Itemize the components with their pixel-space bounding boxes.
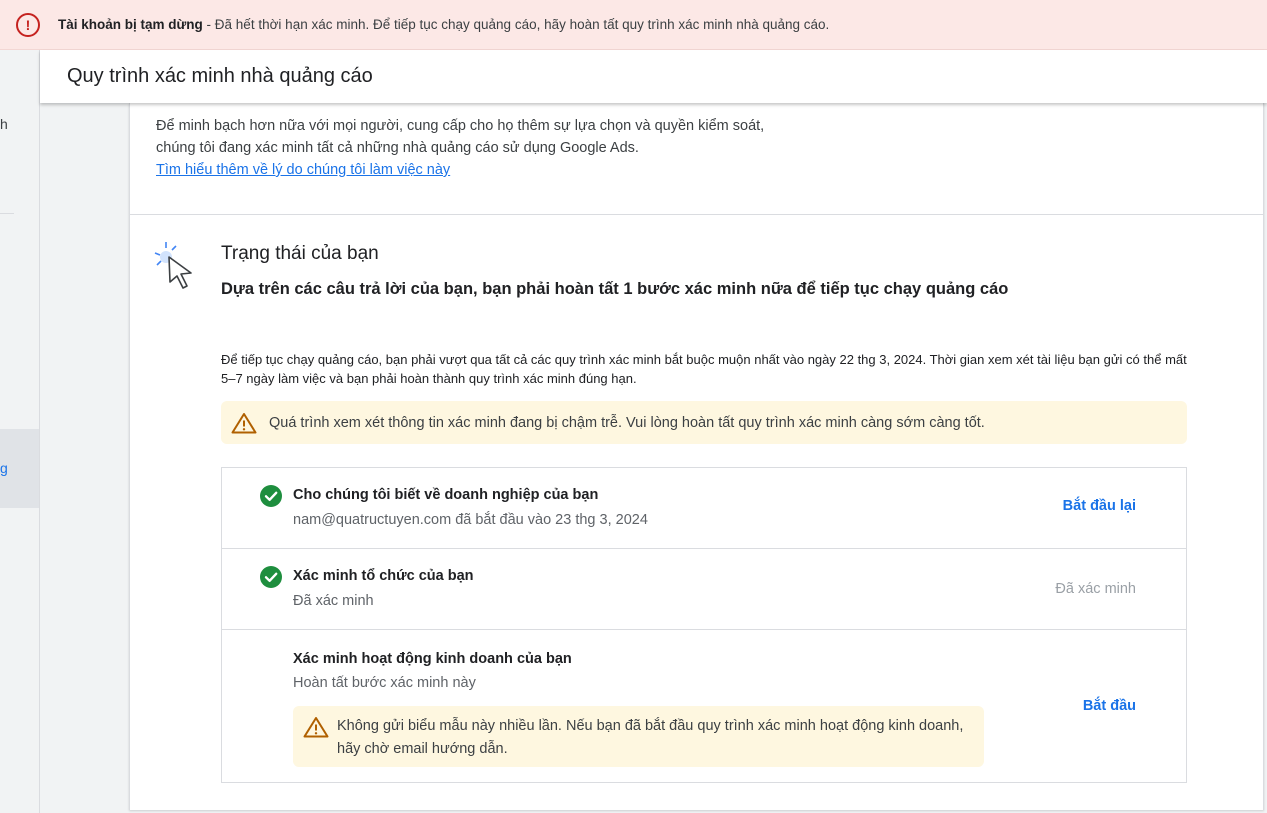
page-title: Quy trình xác minh nhà quảng cáo: [67, 65, 373, 87]
step-subtitle: Hoàn tất bước xác minh này: [293, 675, 476, 691]
learn-more-link[interactable]: Tìm hiểu thêm về lý do chúng tôi làm việ…: [156, 162, 450, 178]
warning-icon: [303, 717, 329, 738]
verification-steps: Cho chúng tôi biết về doanh nghiệp của b…: [221, 467, 1187, 783]
step-verify-business-operations: Xác minh hoạt động kinh doanh của bạn Ho…: [222, 630, 1186, 782]
dialog-header: Quy trình xác minh nhà quảng cáo: [40, 50, 1267, 103]
intro-text: Để minh bạch hơn nữa với mọi người, cung…: [156, 118, 765, 156]
step-title: Xác minh tổ chức của bạn: [293, 568, 474, 584]
step-subtitle: nam@quatructuyen.com đã bắt đầu vào 23 t…: [293, 512, 648, 528]
nav-divider: [0, 213, 14, 214]
start-button[interactable]: Bắt đầu: [1083, 698, 1136, 714]
cursor-click-icon: [154, 242, 192, 289]
left-navigation: h g: [0, 50, 40, 813]
alert-circle-icon: !: [16, 12, 40, 37]
intro-section: Để minh bạch hơn nữa với mọi người, cung…: [156, 115, 776, 181]
duplicate-warning-text: Không gửi biểu mẫu này nhiều lần. Nếu bạ…: [337, 718, 964, 757]
account-suspended-banner: ! Tài khoản bị tạm dừng - Đã hết thời hạ…: [0, 0, 1267, 50]
nav-item-fragment[interactable]: h: [0, 116, 8, 132]
step-title: Xác minh hoạt động kinh doanh của bạn: [293, 651, 572, 667]
verification-panel: Để minh bạch hơn nữa với mọi người, cung…: [129, 103, 1264, 810]
restart-button[interactable]: Bắt đầu lại: [1063, 498, 1136, 514]
delay-warning-text: Quá trình xem xét thông tin xác minh đan…: [269, 414, 985, 431]
verified-status-label: Đã xác minh: [1055, 581, 1136, 597]
step-title: Cho chúng tôi biết về doanh nghiệp của b…: [293, 487, 599, 503]
banner-text: Tài khoản bị tạm dừng - Đã hết thời hạn …: [58, 17, 829, 32]
nav-item-selected-fragment[interactable]: g: [0, 460, 8, 476]
delay-warning: Quá trình xem xét thông tin xác minh đan…: [221, 401, 1187, 444]
step-subtitle: Đã xác minh: [293, 593, 374, 609]
check-circle-icon: [260, 485, 282, 507]
check-circle-icon: [260, 566, 282, 588]
banner-message: - Đã hết thời hạn xác minh. Để tiếp tục …: [202, 17, 830, 32]
step-verify-organization: Xác minh tổ chức của bạn Đã xác minh Đã …: [222, 549, 1186, 630]
step-business-info: Cho chúng tôi biết về doanh nghiệp của b…: [222, 468, 1186, 549]
section-divider: [130, 214, 1263, 215]
status-title: Trạng thái của bạn: [221, 243, 379, 264]
deadline-text: Để tiếp tục chạy quảng cáo, bạn phải vượ…: [221, 352, 1187, 386]
banner-title: Tài khoản bị tạm dừng: [58, 17, 203, 32]
duplicate-submission-warning: Không gửi biểu mẫu này nhiều lần. Nếu bạ…: [293, 706, 984, 767]
status-subtitle: Dựa trên các câu trả lời của bạn, bạn ph…: [221, 280, 1009, 298]
warning-icon: [231, 412, 257, 433]
